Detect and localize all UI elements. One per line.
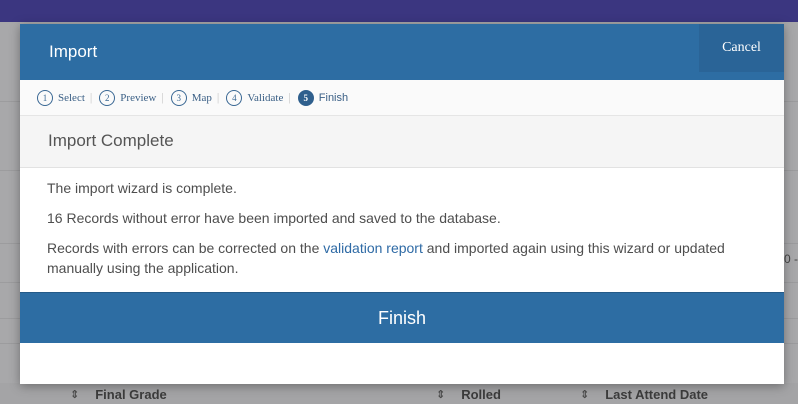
- column-header-final-grade[interactable]: ⇕ Final Grade: [70, 387, 167, 402]
- modal-title: Import: [49, 42, 98, 61]
- import-modal: Import Cancel 1 Select | 2 Preview | 3 M…: [20, 24, 784, 384]
- step-label: Validate: [247, 91, 284, 104]
- modal-header: Import Cancel: [20, 24, 784, 80]
- sort-icon[interactable]: ⇕: [436, 388, 445, 401]
- errors-message: Records with errors can be corrected on …: [47, 238, 757, 278]
- sort-icon[interactable]: ⇕: [70, 388, 79, 401]
- step-number-icon: 2: [99, 89, 116, 106]
- app-top-bar: [0, 0, 798, 22]
- column-header-last-attend-date[interactable]: ⇕ Last Attend Date: [580, 387, 708, 402]
- step-label: Map: [191, 91, 212, 104]
- completion-message: The import wizard is complete.: [47, 180, 237, 196]
- step-number-icon: 4: [226, 89, 243, 106]
- step-separator: |: [161, 90, 164, 104]
- step-number-icon: 1: [37, 89, 53, 106]
- step-finish[interactable]: 5 Finish: [297, 89, 349, 106]
- column-header-label: Last Attend Date: [605, 387, 709, 402]
- section-title: Import Complete: [48, 131, 174, 150]
- step-number-icon: 5: [297, 89, 314, 106]
- finish-button[interactable]: Finish: [20, 292, 784, 343]
- step-separator: |: [288, 90, 291, 104]
- step-separator: |: [89, 90, 93, 104]
- column-header-label: Final Grade: [95, 387, 167, 402]
- sort-icon[interactable]: ⇕: [580, 388, 589, 401]
- step-validate[interactable]: 4 Validate: [226, 89, 284, 106]
- section-header: Import Complete: [20, 116, 784, 168]
- step-map[interactable]: 3 Map: [170, 89, 212, 106]
- step-label: Preview: [120, 91, 157, 104]
- errors-message-text: Records with errors can be corrected on …: [47, 240, 324, 256]
- wizard-steps: 1 Select | 2 Preview | 3 Map | 4 Validat…: [20, 80, 784, 116]
- validation-report-link[interactable]: validation report: [323, 240, 423, 256]
- step-label: Select: [58, 91, 85, 104]
- step-number-icon: 3: [170, 89, 187, 106]
- records-imported-message: 16 Records without error have been impor…: [47, 210, 501, 226]
- background-table-header: ⇕ Final Grade ⇕ Rolled ⇕ Last Attend Dat…: [0, 383, 798, 404]
- column-header-rolled[interactable]: ⇕ Rolled: [436, 387, 501, 402]
- step-separator: |: [216, 90, 220, 104]
- step-select[interactable]: 1 Select: [37, 89, 85, 106]
- step-label: Finish: [318, 91, 349, 104]
- background-cell-text: 0 -: [783, 252, 798, 266]
- step-preview[interactable]: 2 Preview: [99, 89, 157, 106]
- cancel-button[interactable]: Cancel: [699, 24, 784, 72]
- column-header-label: Rolled: [461, 387, 501, 402]
